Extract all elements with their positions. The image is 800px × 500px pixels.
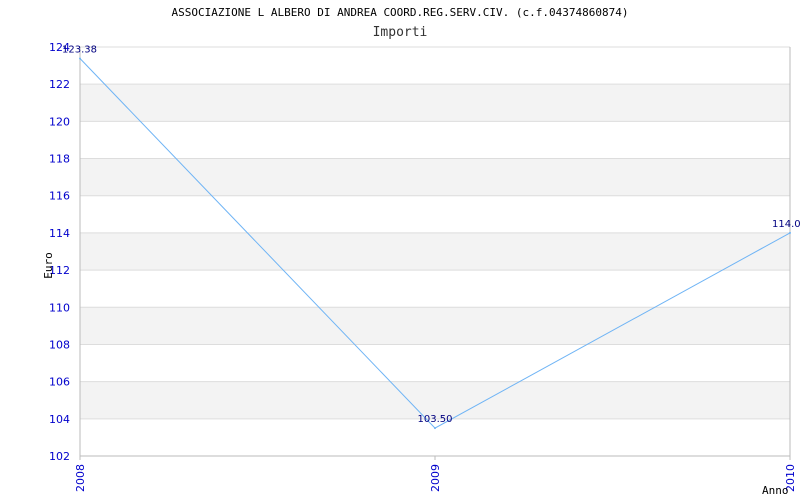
- grid-band: [80, 307, 790, 345]
- y-tick-label: 114: [49, 227, 70, 240]
- grid-band: [80, 270, 790, 308]
- x-axis-label: Anno: [762, 484, 789, 497]
- grid-band: [80, 344, 790, 382]
- data-point: [79, 57, 81, 60]
- y-tick-label: 104: [49, 413, 70, 426]
- y-tick-label: 110: [49, 301, 70, 314]
- grid-band: [80, 232, 790, 271]
- y-axis-label: Euro: [42, 252, 55, 279]
- grid-band: [80, 195, 790, 233]
- y-tick-label: 116: [49, 190, 70, 203]
- grid-band: [80, 158, 790, 196]
- x-tick-label: 2008: [74, 464, 87, 492]
- background-bands: [80, 47, 790, 456]
- x-tick-label: 2009: [429, 464, 442, 492]
- data-label: 123.38: [62, 45, 97, 56]
- line-chart: 102104106108110112114116118120122124 200…: [42, 41, 800, 497]
- grid-band: [80, 47, 790, 85]
- data-label: 114.00: [772, 219, 800, 230]
- y-tick-label: 102: [49, 450, 70, 463]
- y-tick-label: 118: [49, 153, 70, 166]
- y-tick-label: 120: [49, 115, 70, 128]
- y-tick-label: 108: [49, 338, 70, 351]
- grid-band: [80, 121, 790, 159]
- data-point: [789, 231, 791, 234]
- y-tick-labels: 102104106108110112114116118120122124: [49, 41, 70, 463]
- x-tick-labels: 2008 2009 2010: [74, 464, 797, 492]
- y-tick-label: 106: [49, 376, 70, 389]
- grid-band: [80, 84, 790, 122]
- y-tick-label: 122: [49, 78, 70, 91]
- data-label: 103.50: [418, 414, 453, 425]
- data-point: [434, 427, 436, 430]
